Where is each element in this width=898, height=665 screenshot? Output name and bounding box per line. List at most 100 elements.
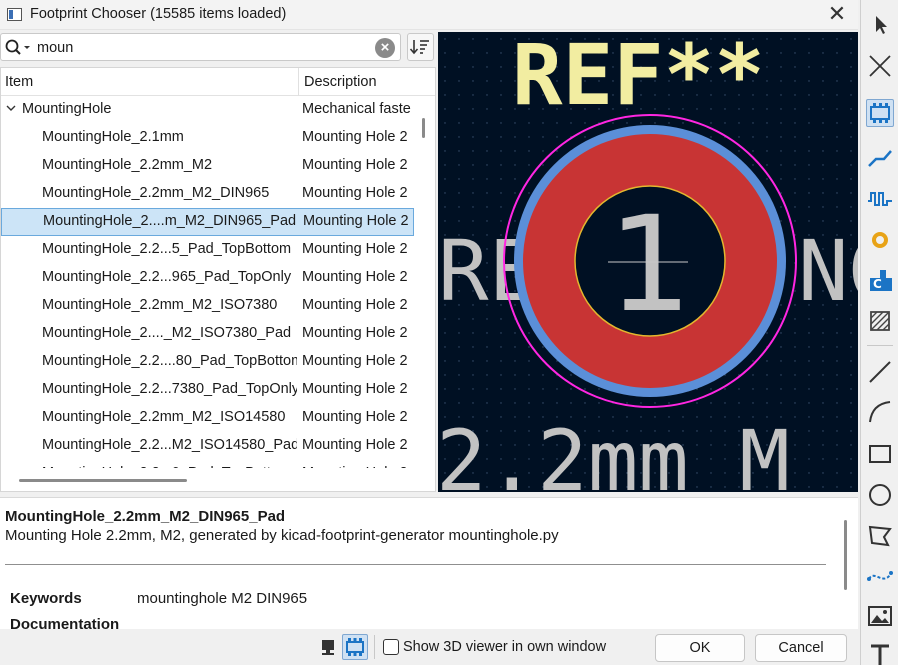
tune-length-icon[interactable]	[866, 185, 894, 213]
footprint-row-description: Mounting Hole 2	[302, 381, 408, 397]
footprint-row-description: Mounting Hole 2	[302, 325, 408, 341]
footprint-row-name: MountingHole_2.2...M2_ISO14580_Pad	[42, 437, 297, 453]
footprint-row-name: MountingHole_2.2...965_Pad_TopOnly	[42, 269, 292, 285]
documentation-label: Documentation	[10, 616, 120, 629]
footprint-row-description: Mounting Hole 2	[302, 409, 408, 425]
line-icon[interactable]	[866, 358, 894, 386]
value-text: 2.2mm_M	[438, 412, 790, 492]
sort-icon	[409, 40, 429, 55]
bottom-divider	[374, 635, 375, 659]
circle-icon[interactable]	[866, 481, 894, 509]
show-3d-model-button[interactable]	[315, 634, 341, 660]
text-icon[interactable]: C	[866, 266, 894, 294]
pad-icon[interactable]	[866, 226, 894, 254]
footprint-row-description: Mounting Hole 2	[302, 269, 408, 285]
show-3d-checkbox[interactable]	[383, 639, 399, 655]
tree-group-mountinghole[interactable]: MountingHole Mechanical faste	[1, 96, 414, 124]
scrollbar-thumb[interactable]	[19, 479, 187, 482]
tree-header: Item Description	[1, 68, 435, 96]
local-ratsnest-icon[interactable]	[866, 52, 894, 80]
image-icon[interactable]	[866, 602, 894, 630]
footprint-name: MountingHole_2.2mm_M2_DIN965_Pad	[5, 508, 286, 525]
group-name: MountingHole	[22, 101, 112, 117]
show-footprint-button[interactable]	[342, 634, 368, 660]
footprint-row-name: MountingHole_2.2mm_M2	[42, 157, 213, 173]
tree-vertical-scrollbar[interactable]	[415, 96, 433, 468]
chevron-down-icon[interactable]	[5, 102, 17, 114]
footprint-row[interactable]: MountingHole_2....m_M2_DIN965_Pad Mountin…	[1, 208, 414, 236]
search-icon[interactable]	[4, 37, 32, 59]
arc-icon[interactable]	[866, 398, 894, 426]
footprint-description: Mounting Hole 2.2mm, M2, generated by ki…	[5, 527, 559, 544]
footprint-row-description: Mounting Hole 2	[302, 437, 408, 453]
footprint-row[interactable]: MountingHole_2.2...5_Pad_TopBottom Mounti…	[1, 236, 414, 264]
footprint-row[interactable]: MountingHole_2.2...M2_ISO14580_Pad Mounti…	[1, 432, 414, 460]
footprint-row-description: Mounting Hole 2	[302, 129, 408, 145]
footprint-row[interactable]: MountingHole_2.1mm Mounting Hole 2	[1, 124, 414, 152]
reference-text: REF**	[512, 32, 765, 124]
column-header-item[interactable]: Item	[5, 74, 33, 90]
search-input[interactable]	[37, 37, 367, 58]
footprint-row-description: Mounting Hole 2	[302, 185, 408, 201]
text-tool-icon[interactable]	[866, 642, 894, 665]
footprint-tool-button[interactable]	[866, 99, 894, 127]
route-track-icon[interactable]	[866, 144, 894, 172]
footprint-preview-drawing: REF** RE NG 2.2mm_M 1	[438, 32, 858, 492]
footprint-row-name: MountingHole_2.2mm_M2_ISO14580	[42, 409, 286, 425]
details-panel: MountingHole_2.2mm_M2_DIN965_Pad Mountin…	[0, 497, 858, 629]
footprint-row[interactable]: MountingHole_2...._M2_ISO7380_Pad Mountin…	[1, 320, 414, 348]
toolbar-separator	[867, 345, 893, 346]
footprint-row-description: Mounting Hole 2	[302, 241, 408, 257]
footprint-view-icon	[346, 638, 364, 656]
footprint-row[interactable]: MountingHole_2.2mm_M2_ISO14580 Mounting H…	[1, 404, 414, 432]
footprint-row[interactable]: MountingHole_2.2...7380_Pad_TopOnly Mount…	[1, 376, 414, 404]
tree-horizontal-scrollbar[interactable]	[1, 469, 414, 491]
footprint-row-description: Mounting Hole 2	[303, 213, 409, 229]
right-toolbar: C	[860, 0, 898, 665]
details-divider	[5, 564, 826, 565]
footprint-row[interactable]: MountingHole_2.2mm_M2_DIN965 Mounting Hol…	[1, 180, 414, 208]
footprint-row[interactable]: MountingHole_2.2mm_M2 Mounting Hole 2	[1, 152, 414, 180]
footprint-row-name: MountingHole_2.2mm_M2_ISO7380	[42, 297, 278, 313]
zone-icon[interactable]	[866, 307, 894, 335]
svg-text:C: C	[873, 277, 882, 291]
footprint-row-description: Mounting Hole 2	[302, 465, 414, 468]
select-arrow-icon[interactable]	[866, 10, 894, 38]
footprint-row-name: MountingHole_2.2...5_Pad_TopBottom	[42, 241, 292, 257]
footprint-row[interactable]: MountingHole_2.2...0_Pad_TopBotto Mountin…	[1, 460, 414, 468]
footprint-row-name: MountingHole_2....m_M2_DIN965_Pad	[43, 213, 297, 229]
sort-button[interactable]	[407, 33, 434, 61]
tree-rows: MountingHole Mechanical faste MountingHo…	[1, 96, 414, 468]
details-scrollbar[interactable]	[844, 520, 847, 590]
footprint-row[interactable]: MountingHole_2.2mm_M2_ISO7380 Mounting Ho…	[1, 292, 414, 320]
footprint-row-name: MountingHole_2.2....80_Pad_TopBottom	[42, 353, 297, 369]
footprint-row-name: MountingHole_2.2...0_Pad_TopBotto	[42, 465, 297, 468]
close-button[interactable]: ✕	[824, 2, 850, 28]
search-row: ×	[0, 32, 436, 62]
group-description: Mechanical faste	[302, 101, 411, 117]
footprint-row[interactable]: MountingHole_2.2...965_Pad_TopOnly Mounti…	[1, 264, 414, 292]
scrollbar-thumb[interactable]	[422, 118, 425, 138]
column-header-description[interactable]: Description	[304, 74, 377, 90]
bezier-icon[interactable]	[866, 561, 894, 589]
footprint-row-name: MountingHole_2.2mm_M2_DIN965	[42, 185, 270, 201]
footprint-row-name: MountingHole_2.1mm	[42, 129, 184, 145]
polygon-icon[interactable]	[866, 521, 894, 549]
footprint-tree: Item Description MountingHole Mechanical…	[0, 67, 436, 492]
footprint-row-name: MountingHole_2.2...7380_Pad_TopOnly	[42, 381, 297, 397]
footprint-row-description: Mounting Hole 2	[302, 157, 408, 173]
footprint-row[interactable]: MountingHole_2.2....80_Pad_TopBottom Moun…	[1, 348, 414, 376]
search-box[interactable]: ×	[0, 33, 401, 61]
title-bar: Footprint Chooser (15585 items loaded) ✕	[0, 0, 858, 30]
show-3d-label[interactable]: Show 3D viewer in own window	[403, 639, 606, 655]
cancel-button[interactable]: Cancel	[755, 634, 847, 662]
footprint-rows: MountingHole_2.1mm Mounting Hole 2 Mountin…	[1, 124, 414, 468]
clear-search-icon[interactable]: ×	[375, 38, 395, 58]
rectangle-icon[interactable]	[866, 440, 894, 468]
ok-button[interactable]: OK	[655, 634, 745, 662]
column-separator[interactable]	[298, 68, 299, 96]
footprint-preview-canvas[interactable]: REF** RE NG 2.2mm_M 1	[438, 32, 858, 492]
keywords-label: Keywords	[10, 590, 82, 607]
partial-label-right: NG	[798, 222, 858, 320]
app-icon	[7, 8, 22, 21]
